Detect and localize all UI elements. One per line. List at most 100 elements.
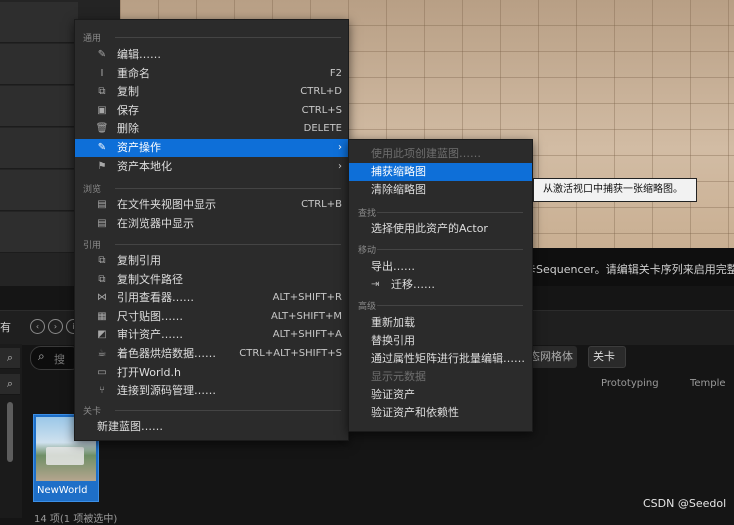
menu-item-show-metadata[interactable]: 显示元数据: [349, 368, 532, 386]
save-icon: ▣: [97, 104, 107, 116]
wrench-icon: ✎: [97, 142, 107, 153]
menu-item-label: 删除: [117, 122, 139, 136]
source-control-icon: ⑂: [99, 385, 105, 397]
scrollbar[interactable]: [7, 402, 13, 462]
menu-item[interactable]: ⑂ 连接到源码管理……: [75, 382, 348, 400]
divider: [377, 212, 523, 213]
menu-item[interactable]: ▭ 打开World.h: [75, 364, 348, 382]
menu-item-migrate[interactable]: ⇥ 迁移……: [349, 276, 532, 294]
search-placeholder: 搜: [54, 353, 65, 366]
copy-icon: ⧉: [98, 86, 106, 98]
menu-item-label: 复制文件路径: [117, 272, 183, 286]
menu-item[interactable]: ▤ 在浏览器中显示: [75, 215, 348, 233]
outliner-row[interactable]: [0, 212, 78, 253]
menu-item-replace-references[interactable]: 替换引用: [349, 332, 532, 350]
menu-item[interactable]: ⧉ 复制 CTRL+D: [75, 83, 348, 101]
menu-item-export[interactable]: 导出……: [349, 258, 532, 276]
chevron-right-icon: ›: [338, 142, 342, 153]
menu-item-validate-dependencies[interactable]: 验证资产和依赖性: [349, 404, 532, 422]
menu-item[interactable]: ◩ 审计资产…… ALT+SHIFT+A: [75, 326, 348, 344]
menu-item[interactable]: I 重命名 F2: [75, 65, 348, 83]
menu-item[interactable]: ▣ 保存 CTRL+S: [75, 102, 348, 120]
menu-item[interactable]: ⋈ 引用查看器…… ALT+SHIFT+R: [75, 289, 348, 307]
menu-item[interactable]: ⚑ 资产本地化 ›: [75, 158, 348, 176]
menu-item[interactable]: ✎ 资产操作 ›: [75, 139, 348, 157]
menu-item-clear-thumbnail[interactable]: 清除缩略图: [349, 181, 532, 199]
search-icon: ⌕: [38, 349, 45, 363]
divider: [115, 244, 341, 245]
divider: [115, 37, 341, 38]
watermark: CSDN @Seedol: [643, 497, 727, 510]
asset-thumbnail-building: [46, 447, 84, 465]
outliner-row[interactable]: [0, 2, 78, 43]
menu-item[interactable]: ✎ 编辑……: [75, 46, 348, 64]
menu-item-label: 引用查看器……: [117, 291, 194, 305]
level-filter-chip[interactable]: 关卡: [588, 346, 626, 368]
chevron-right-icon: ›: [338, 160, 342, 172]
folder-prototyping[interactable]: Prototyping: [601, 378, 659, 389]
folder-search-icon: ▤: [97, 199, 107, 210]
menu-item[interactable]: ☕ 着色器烘焙数据…… CTRL+ALT+SHIFT+S: [75, 345, 348, 363]
menu-item-label: 资产操作: [117, 141, 161, 154]
outliner-row[interactable]: [0, 44, 78, 85]
section-header-level: 关卡: [83, 407, 102, 417]
menu-item-label: 尺寸贴图……: [117, 309, 183, 323]
menu-item-label: 复制: [117, 85, 139, 99]
section-header-advanced: 高级: [358, 302, 377, 312]
audit-icon: ◩: [97, 329, 107, 341]
asset-context-menu: 通用 ✎ 编辑…… I 重命名 F2 ⧉ 复制 CTRL+D ▣ 保存 CTRL+S 🗑 删除 DELET…: [74, 19, 349, 441]
menu-item-label: 着色器烘焙数据……: [117, 347, 216, 360]
asset-actions-submenu: 使用此项创建蓝图…… 捕获缩略图 清除缩略图 查找 选择使用此资产的Actor …: [348, 139, 533, 432]
section-header-browse: 浏览: [83, 185, 102, 195]
outliner-row[interactable]: [0, 170, 78, 211]
folder-temple[interactable]: Temple: [690, 378, 726, 389]
size-map-icon: ▦: [97, 310, 107, 322]
search-icon[interactable]: ⌕: [0, 348, 20, 369]
menu-item-select-actors[interactable]: 选择使用此资产的Actor: [349, 220, 532, 238]
shortcut-label: DELETE: [303, 123, 342, 135]
menu-item-label: 迁移……: [391, 278, 435, 291]
menu-item[interactable]: ⧉ 复制引用: [75, 252, 348, 270]
flag-icon: ⚑: [97, 160, 107, 172]
menu-item-bulk-edit[interactable]: 通过属性矩阵进行批量编辑……: [349, 350, 532, 368]
menu-item-label: 编辑……: [117, 48, 161, 61]
outliner-row[interactable]: [0, 86, 78, 127]
menu-item[interactable]: ⧉ 复制文件路径: [75, 271, 348, 289]
search-icon[interactable]: ⌕: [0, 374, 20, 395]
menu-item-label: 验证资产: [371, 388, 415, 401]
shortcut-label: ALT+SHIFT+M: [270, 310, 342, 322]
trash-icon: 🗑: [95, 123, 109, 135]
menu-item[interactable]: 🗑 删除 DELETE: [75, 120, 348, 138]
menu-item[interactable]: ▤ 在文件夹视图中显示 CTRL+B: [75, 196, 348, 214]
shortcut-label: CTRL+S: [301, 104, 342, 116]
menu-item-label: 重新加载: [371, 316, 415, 329]
shortcut-label: CTRL+D: [300, 86, 342, 98]
back-icon[interactable]: ‹: [30, 319, 45, 334]
menu-item-label: 验证资产和依赖性: [371, 406, 459, 419]
browser-icon: ▤: [97, 217, 107, 229]
menu-item[interactable]: ▦ 尺寸贴图…… ALT+SHIFT+M: [75, 308, 348, 326]
forward-icon[interactable]: ›: [48, 319, 63, 334]
menu-item-label: 复制引用: [117, 254, 161, 267]
menu-item-label: 通过属性矩阵进行批量编辑……: [371, 352, 525, 365]
sequencer-hint: 卡Sequencer。请编辑关卡序列来启用完整: [525, 263, 734, 276]
menu-item-capture-thumbnail[interactable]: 捕获缩略图: [349, 163, 532, 181]
menu-item-label: 保存: [117, 103, 139, 117]
menu-item-label: 连接到源码管理……: [117, 384, 216, 398]
section-header-reference: 引用: [83, 241, 102, 251]
shortcut-label: CTRL+B: [301, 199, 342, 210]
menu-item-reload[interactable]: 重新加载: [349, 314, 532, 332]
shader-cook-icon: ☕: [97, 348, 107, 359]
divider: [115, 188, 341, 189]
outliner-row[interactable]: [0, 128, 78, 169]
menu-item-validate[interactable]: 验证资产: [349, 386, 532, 404]
menu-item-label: 选择使用此资产的Actor: [371, 222, 488, 235]
menu-item-label: 清除缩略图: [371, 183, 426, 196]
menu-item[interactable]: 新建蓝图……: [75, 418, 348, 436]
rename-icon: I: [100, 67, 104, 79]
menu-item-label: 新建蓝图……: [97, 420, 163, 433]
menu-item-label: 审计资产……: [117, 328, 183, 342]
section-header-find: 查找: [358, 209, 377, 219]
shortcut-label: ALT+SHIFT+A: [272, 329, 342, 341]
menu-item-create-blueprint[interactable]: 使用此项创建蓝图……: [349, 145, 532, 163]
